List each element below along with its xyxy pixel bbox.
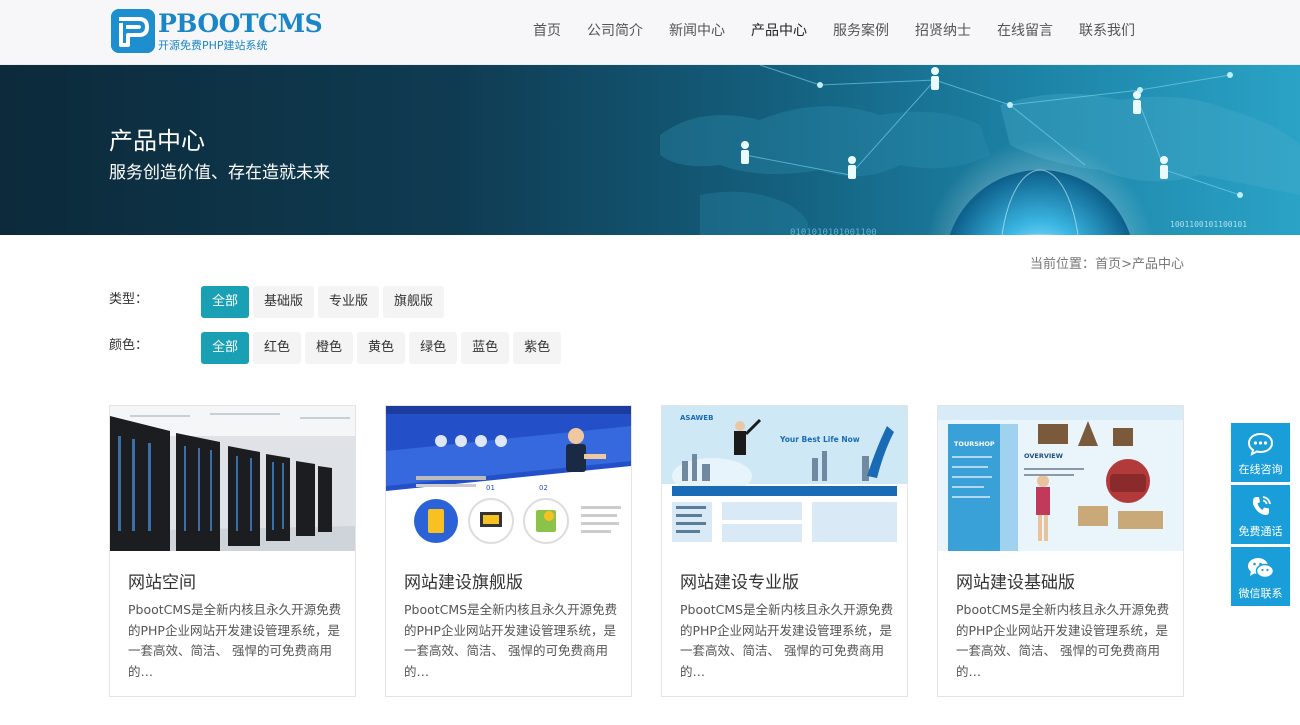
nav-item-products[interactable]: 产品中心 (738, 0, 820, 64)
basic-template-heading: OVERVIEW (1024, 452, 1063, 460)
breadcrumb-prefix: 当前位置： (1030, 257, 1096, 272)
site-header: PBOOTCMS 开源免费PHP建站系统 首页 公司简介 新闻中心 产品中心 服… (0, 0, 1300, 65)
color-option-purple[interactable]: 紫色 (513, 332, 562, 364)
product-image-professional-template[interactable]: ASAWEB Your Best Life Now (662, 406, 907, 551)
nav-item-news[interactable]: 新闻中心 (656, 0, 738, 64)
phone-icon (1252, 496, 1271, 515)
color-option-red[interactable]: 红色 (253, 332, 302, 364)
nav-item-contact[interactable]: 联系我们 (1066, 0, 1148, 64)
logo-name: PBOOTCMS (158, 9, 323, 38)
color-option-green[interactable]: 绿色 (409, 332, 458, 364)
product-title[interactable]: 网站建设基础版 (956, 568, 1075, 593)
color-option-yellow[interactable]: 黄色 (357, 332, 406, 364)
online-consult-button[interactable]: 在线咨询 (1231, 423, 1290, 482)
chat-icon (1247, 432, 1274, 456)
breadcrumb-current[interactable]: 产品中心 (1132, 257, 1184, 272)
page-banner: 0101010101001100 1001100101100101 产品中心 服… (0, 65, 1300, 235)
online-consult-label: 在线咨询 (1238, 463, 1283, 476)
main-nav: 首页 公司简介 新闻中心 产品中心 服务案例 招贤纳士 在线留言 联系我们 (520, 0, 1148, 64)
type-option-flagship[interactable]: 旗舰版 (383, 286, 445, 318)
product-description: PbootCMS是全新内核且永久开源免费的PHP企业网站开发建设管理系统，是一套… (956, 602, 1170, 679)
product-title[interactable]: 网站建设旗舰版 (404, 568, 523, 593)
product-image-flagship-template[interactable]: 01 02 (386, 406, 631, 551)
product-card[interactable]: 网站空间 PbootCMS是全新内核且永久开源免费的PHP企业网站开发建设管理系… (109, 405, 356, 697)
binary-text-2: 1001100101100101 (1170, 220, 1247, 229)
binary-text-1: 0101010101001100 (790, 228, 877, 235)
wechat-contact-button[interactable]: 微信联系 (1231, 547, 1290, 606)
breadcrumb-separator: > (1121, 257, 1132, 272)
flagship-step-1: 01 (486, 484, 495, 492)
site-logo[interactable]: PBOOTCMS 开源免费PHP建站系统 (111, 9, 323, 53)
nav-item-about[interactable]: 公司简介 (574, 0, 656, 64)
product-image-basic-template[interactable]: TOURSHOP OVERVIEW (938, 406, 1183, 551)
logo-tagline: 开源免费PHP建站系统 (158, 39, 268, 52)
side-contact-widgets: 在线咨询 免费通话 微信联系 (1231, 423, 1290, 609)
nav-item-home[interactable]: 首页 (520, 0, 574, 64)
banner-title: 产品中心 (109, 127, 205, 155)
free-call-label: 免费通话 (1238, 525, 1283, 538)
product-list: 网站空间 PbootCMS是全新内核且永久开源免费的PHP企业网站开发建设管理系… (109, 405, 1184, 697)
logo-mark-icon (111, 9, 155, 53)
color-filter: 颜色： 全部 红色 橙色 黄色 绿色 蓝色 紫色 (109, 332, 565, 364)
product-description: PbootCMS是全新内核且永久开源免费的PHP企业网站开发建设管理系统，是一套… (404, 602, 618, 679)
type-filter: 类型： 全部 基础版 专业版 旗舰版 (109, 286, 448, 318)
breadcrumb-home-link[interactable]: 首页 (1095, 257, 1121, 272)
breadcrumb: 当前位置：首页>产品中心 (1030, 253, 1184, 272)
type-option-pro[interactable]: 专业版 (318, 286, 380, 318)
nav-item-cases[interactable]: 服务案例 (820, 0, 902, 64)
nav-item-message[interactable]: 在线留言 (984, 0, 1066, 64)
type-option-basic[interactable]: 基础版 (253, 286, 315, 318)
product-card[interactable]: 01 02 网站建设旗舰版 PbootCMS是全新内核且永久开源免费的PHP企业… (385, 405, 632, 697)
banner-subtitle: 服务创造价值、存在造就未来 (109, 163, 330, 183)
product-title[interactable]: 网站空间 (128, 568, 196, 593)
product-image-server-room[interactable] (110, 406, 355, 551)
free-call-button[interactable]: 免费通话 (1231, 485, 1290, 544)
product-description: PbootCMS是全新内核且永久开源免费的PHP企业网站开发建设管理系统，是一套… (128, 602, 342, 679)
wechat-contact-label: 微信联系 (1238, 587, 1283, 600)
type-filter-label: 类型： (109, 292, 149, 307)
color-option-blue[interactable]: 蓝色 (461, 332, 510, 364)
color-filter-label: 颜色： (109, 338, 149, 353)
product-card[interactable]: TOURSHOP OVERVIEW 网站建设基础版 PbootCMS是全新内核且… (937, 405, 1184, 697)
color-option-orange[interactable]: 橙色 (305, 332, 354, 364)
wechat-icon (1248, 558, 1274, 579)
nav-item-jobs[interactable]: 招贤纳士 (902, 0, 984, 64)
pro-template-headline: Your Best Life Now (779, 435, 860, 444)
basic-template-brand: TOURSHOP (954, 440, 995, 448)
pro-template-brand: ASAWEB (680, 414, 713, 422)
flagship-step-2: 02 (539, 484, 548, 492)
type-option-all[interactable]: 全部 (201, 286, 250, 318)
product-description: PbootCMS是全新内核且永久开源免费的PHP企业网站开发建设管理系统，是一套… (680, 602, 894, 679)
color-option-all[interactable]: 全部 (201, 332, 250, 364)
product-card[interactable]: ASAWEB Your Best Life Now 网站建设专业版 PbootC… (661, 405, 908, 697)
product-title[interactable]: 网站建设专业版 (680, 568, 799, 593)
